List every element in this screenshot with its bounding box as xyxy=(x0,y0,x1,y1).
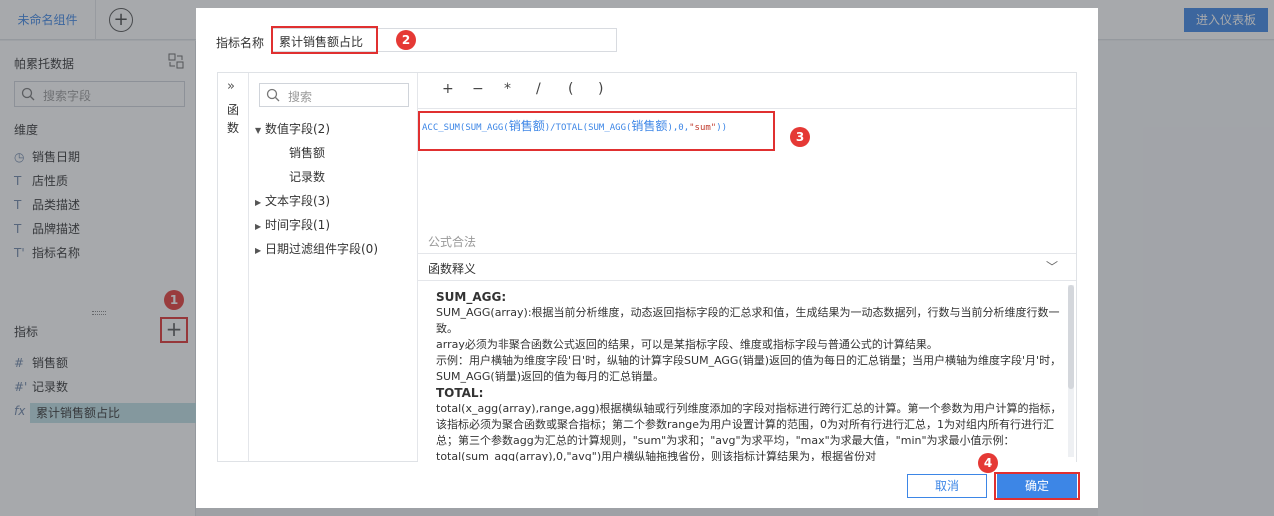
step-badge-3: 3 xyxy=(790,127,810,147)
tree-numeric-fields[interactable]: ▼ 数值字段(2) xyxy=(255,120,330,137)
formula-editor: » 函数 搜索 ▼ 数值字段(2) 销售额 记录数 ▶ 文本字段(3) ▶ 时间字段(… xyxy=(217,72,1077,463)
chevron-down-icon: ﹀ xyxy=(1046,260,1059,274)
open-paren-operator[interactable]: ( xyxy=(568,81,573,97)
tree-date-filter-fields[interactable]: ▶ 日期过滤组件字段(0) xyxy=(255,240,378,257)
field-search-input[interactable]: 搜索 xyxy=(259,83,409,107)
explanation-heading: SUM_AGG: xyxy=(436,290,507,304)
divide-operator[interactable]: / xyxy=(536,81,541,97)
close-paren-operator[interactable]: ) xyxy=(598,81,603,97)
explanation-title: 函数释义 xyxy=(428,262,477,276)
caret-right-icon: ▶ xyxy=(255,198,262,207)
tree-field-count[interactable]: 记录数 xyxy=(289,168,325,185)
caret-right-icon: ▶ xyxy=(255,222,262,231)
highlight-box-name xyxy=(271,26,378,54)
minus-operator[interactable]: − xyxy=(472,81,484,97)
scrollbar-thumb[interactable] xyxy=(1068,285,1074,389)
caret-down-icon: ▼ xyxy=(255,126,262,135)
formula-area: + − * / ( ) ACC_SUM(SUM_AGG(销售额)/TOTAL(S… xyxy=(418,73,1076,463)
multiply-operator[interactable]: * xyxy=(504,81,511,97)
metric-name-label: 指标名称 xyxy=(216,36,265,50)
syntax-status: 公式合法 xyxy=(428,235,477,249)
function-panel-toggle[interactable]: » 函数 xyxy=(218,73,249,461)
highlight-box-formula xyxy=(418,111,775,151)
field-list: 搜索 ▼ 数值字段(2) 销售额 记录数 ▶ 文本字段(3) ▶ 时间字段(1) ▶ 日… xyxy=(249,73,418,461)
tree-field-sales[interactable]: 销售额 xyxy=(289,144,325,161)
plus-operator[interactable]: + xyxy=(442,81,454,97)
function-label: 函数 xyxy=(227,103,240,135)
function-explanation-header[interactable]: 函数释义 ﹀ xyxy=(418,253,1076,281)
cancel-button[interactable]: 取消 xyxy=(907,474,987,498)
tree-text-fields[interactable]: ▶ 文本字段(3) xyxy=(255,192,330,209)
calc-metric-dialog: 指标名称 累计销售额占比 2 » 函数 搜索 ▼ 数值字段(2) 销售额 记录数 … xyxy=(196,8,1098,508)
step-badge-4: 4 xyxy=(978,453,998,473)
operator-bar: + − * / ( ) xyxy=(418,73,1076,109)
double-chevron-right-icon: » xyxy=(227,79,235,94)
tree-time-fields[interactable]: ▶ 时间字段(1) xyxy=(255,216,330,233)
explanation-scrollbar[interactable] xyxy=(1068,285,1074,457)
search-placeholder: 搜索 xyxy=(288,90,313,104)
explanation-paragraph: array必须为非聚合函数公式返回的结果，可以是某指标字段、维度或指标字段与普通… xyxy=(436,338,938,351)
search-icon xyxy=(266,88,280,102)
explanation-paragraph: total(x_agg(array),range,agg)根据横纵轴或行列维度添… xyxy=(436,402,1062,463)
explanation-heading: TOTAL: xyxy=(436,386,484,400)
highlight-box-confirm xyxy=(994,472,1080,500)
explanation-paragraph: 示例：用户横轴为维度字段'日'时，纵轴的计算字段SUM_AGG(销量)返回的值为… xyxy=(436,354,1062,383)
step-badge-2: 2 xyxy=(396,30,416,50)
caret-right-icon: ▶ xyxy=(255,246,262,255)
function-explanation-body: SUM_AGG: SUM_AGG(array):根据当前分析维度，动态返回指标字… xyxy=(436,289,1064,465)
explanation-paragraph: SUM_AGG(array):根据当前分析维度，动态返回指标字段的汇总求和值，生… xyxy=(436,306,1060,335)
